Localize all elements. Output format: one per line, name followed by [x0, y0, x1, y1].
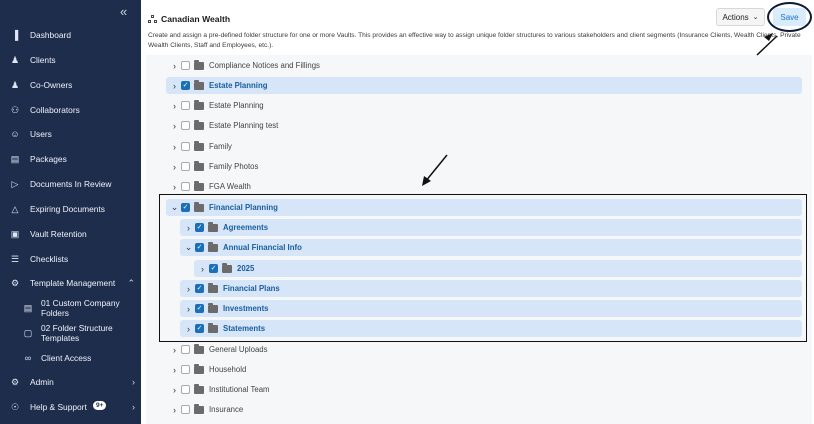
annotation-arrows	[422, 33, 778, 186]
app-window: « ▐ Dashboard ♟ Clients ♟ Co-Owners ⚇ Co…	[0, 0, 814, 424]
annotation-arrowhead	[422, 176, 431, 186]
annotation-arrow	[424, 154, 448, 183]
annotation-arrowhead	[764, 33, 773, 41]
